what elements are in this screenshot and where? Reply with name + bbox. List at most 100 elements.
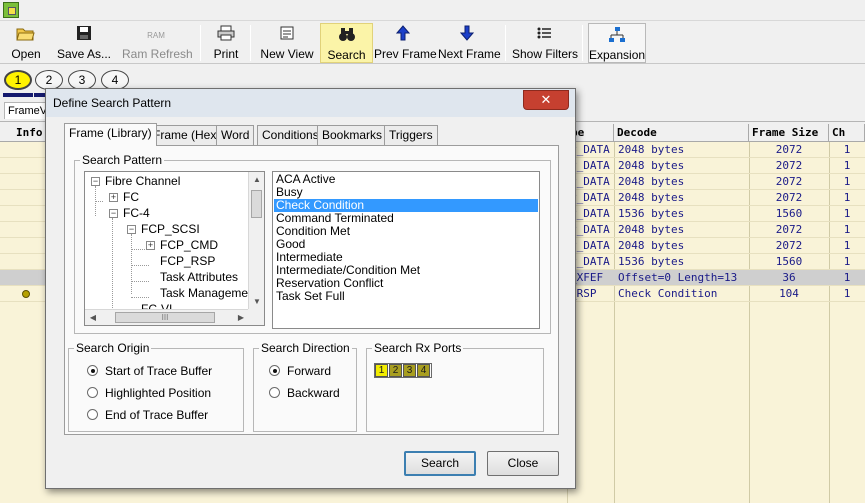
tree-vscroll-thumb[interactable] xyxy=(251,190,262,218)
new-view-label: New View xyxy=(260,47,314,61)
search-direction-label: Search Direction xyxy=(259,341,352,355)
arrow-down-icon xyxy=(438,25,496,47)
expansion-button[interactable]: Expansion xyxy=(588,23,646,63)
toolbar-separator xyxy=(505,25,506,61)
collapse-icon[interactable]: − xyxy=(109,209,118,218)
bookmark-4[interactable]: 4 xyxy=(101,70,129,90)
cell-decode: Check Condition xyxy=(618,287,718,300)
tree-item-fc[interactable]: FC xyxy=(123,189,139,205)
tree-vertical-scrollbar[interactable]: ▲ ▼ xyxy=(248,172,264,310)
ram-refresh-button[interactable]: RAM Ram Refresh xyxy=(122,23,193,63)
rx-port-3[interactable]: 3 xyxy=(403,364,416,377)
cell-type: _XFEF xyxy=(570,271,604,284)
tree-connector xyxy=(131,234,132,294)
expansion-label: Expansion xyxy=(589,48,646,62)
direction-backward-label: Backward xyxy=(287,386,340,400)
next-frame-label: Next Frame xyxy=(438,47,501,61)
ram-refresh-icon: RAM xyxy=(147,31,165,40)
print-label: Print xyxy=(213,47,239,61)
search-button[interactable]: Search xyxy=(320,23,373,63)
col-decode-header[interactable]: Decode xyxy=(614,124,749,142)
cell-decode: 1536 bytes xyxy=(618,255,685,268)
print-button[interactable]: Print xyxy=(208,23,244,63)
tree-item-fcp-rsp[interactable]: FCP_RSP xyxy=(160,253,215,269)
prev-frame-button[interactable]: Prev Frame xyxy=(374,23,437,63)
tab-frame-hex[interactable]: Frame (Hex) xyxy=(148,125,226,145)
search-origin-label: Search Origin xyxy=(74,341,152,355)
expand-icon[interactable]: + xyxy=(146,241,155,250)
tab-frame-library[interactable]: Frame (Library) xyxy=(64,123,157,146)
tree-hscroll-thumb[interactable]: III xyxy=(115,312,215,323)
radio-icon xyxy=(87,409,98,420)
scroll-left-icon[interactable]: ◀ xyxy=(85,310,101,325)
scroll-right-icon[interactable]: ▶ xyxy=(233,310,249,325)
search-rx-ports-label: Search Rx Ports xyxy=(372,341,464,355)
list-item-task-set-full[interactable]: Task Set Full xyxy=(274,290,538,303)
rx-port-4[interactable]: 4 xyxy=(417,364,430,377)
define-search-pattern-dialog: Define Search Pattern ✕ Frame (Library) … xyxy=(45,88,576,489)
tree-connector xyxy=(112,218,113,318)
dialog-close-button[interactable]: ✕ xyxy=(523,90,569,110)
rx-port-1[interactable]: 1 xyxy=(375,364,388,377)
cell-ch: 1 xyxy=(843,159,851,172)
cell-type: P_DATA xyxy=(570,255,610,268)
filter-list-icon xyxy=(512,25,576,47)
cell-ch: 1 xyxy=(843,287,851,300)
scroll-down-icon[interactable]: ▼ xyxy=(249,294,264,310)
cell-size: 1560 xyxy=(775,255,803,268)
rx-port-2[interactable]: 2 xyxy=(389,364,402,377)
tree-horizontal-scrollbar[interactable]: ◀ III ▶ xyxy=(85,309,249,325)
protocol-tree[interactable]: − Fibre Channel + FC − FC-4 − FCP_SCSI +… xyxy=(84,171,265,326)
tree-item-fcp-scsi[interactable]: FCP_SCSI xyxy=(141,221,200,237)
col-ch-header[interactable]: Ch xyxy=(829,124,865,142)
tree-item-fc-4[interactable]: FC-4 xyxy=(123,205,150,221)
next-frame-button[interactable]: Next Frame xyxy=(438,23,501,63)
tree-item-task-management[interactable]: Task Management xyxy=(160,285,258,301)
floppy-disk-icon xyxy=(56,25,112,47)
collapse-icon[interactable]: − xyxy=(91,177,100,186)
open-button[interactable]: Open xyxy=(6,23,46,63)
tree-item-fibre-channel[interactable]: Fibre Channel xyxy=(105,173,180,189)
cell-ch: 1 xyxy=(843,143,851,156)
search-direction-group: Search Direction Forward Backward xyxy=(253,341,357,432)
search-submit-button[interactable]: Search xyxy=(404,451,476,476)
close-button[interactable]: Close xyxy=(487,451,559,476)
bookmark-1[interactable]: 1 xyxy=(4,70,32,90)
tab-triggers[interactable]: Triggers xyxy=(384,125,438,145)
toolbar-separator xyxy=(250,25,251,61)
prev-frame-label: Prev Frame xyxy=(374,47,437,61)
collapse-icon[interactable]: − xyxy=(127,225,136,234)
tree-connector xyxy=(131,297,149,298)
cell-decode: 2048 bytes xyxy=(618,191,685,204)
radio-icon xyxy=(269,387,280,398)
tree-item-fcp-cmd[interactable]: FCP_CMD xyxy=(160,237,218,253)
expand-icon[interactable]: + xyxy=(109,193,118,202)
cell-type: P_DATA xyxy=(570,159,610,172)
list-item-condition-met[interactable]: Condition Met xyxy=(274,225,538,238)
marker-icon xyxy=(22,290,30,298)
list-item-aca-active[interactable]: ACA Active xyxy=(274,173,538,186)
cell-size: 104 xyxy=(779,287,799,300)
cell-ch: 1 xyxy=(843,271,851,284)
show-filters-button[interactable]: Show Filters xyxy=(512,23,578,63)
tree-item-task-attributes[interactable]: Task Attributes xyxy=(160,269,238,285)
scroll-up-icon[interactable]: ▲ xyxy=(249,172,264,188)
tab-bookmarks[interactable]: Bookmarks xyxy=(317,125,388,145)
cell-size: 1560 xyxy=(775,207,803,220)
radio-icon xyxy=(87,387,98,398)
folder-open-icon xyxy=(6,25,46,47)
save-as-button[interactable]: Save As... xyxy=(56,23,112,63)
origin-end-label: End of Trace Buffer xyxy=(105,408,209,422)
col-frame-size-header[interactable]: Frame Size xyxy=(749,124,829,142)
search-value-list[interactable]: ACA Active Busy Check Condition Command … xyxy=(272,171,540,329)
cell-decode: 2048 bytes xyxy=(618,175,685,188)
bookmark-2[interactable]: 2 xyxy=(35,70,63,90)
cell-ch: 1 xyxy=(843,255,851,268)
cell-type: P_DATA xyxy=(570,143,610,156)
new-view-button[interactable]: New View xyxy=(258,23,316,63)
tab-conditions[interactable]: Conditions xyxy=(257,125,324,145)
cell-type: _RSP xyxy=(570,287,597,300)
cell-type: P_DATA xyxy=(570,207,610,220)
bookmark-3[interactable]: 3 xyxy=(68,70,96,90)
tab-word[interactable]: Word xyxy=(216,125,255,145)
